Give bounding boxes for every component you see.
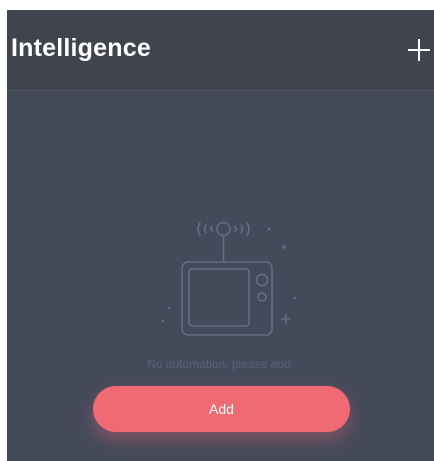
- add-button-label: Add: [209, 401, 234, 417]
- header-bar: Intelligence: [7, 10, 434, 91]
- tv-broadcast-icon: [161, 221, 297, 336]
- plus-icon[interactable]: [408, 39, 430, 61]
- page-title: Intelligence: [11, 34, 151, 62]
- empty-state-message: No automation, please add.: [147, 357, 294, 371]
- add-automation-button[interactable]: Add: [93, 386, 350, 432]
- intelligence-screen: Intelligence No automation, please add. …: [7, 10, 434, 461]
